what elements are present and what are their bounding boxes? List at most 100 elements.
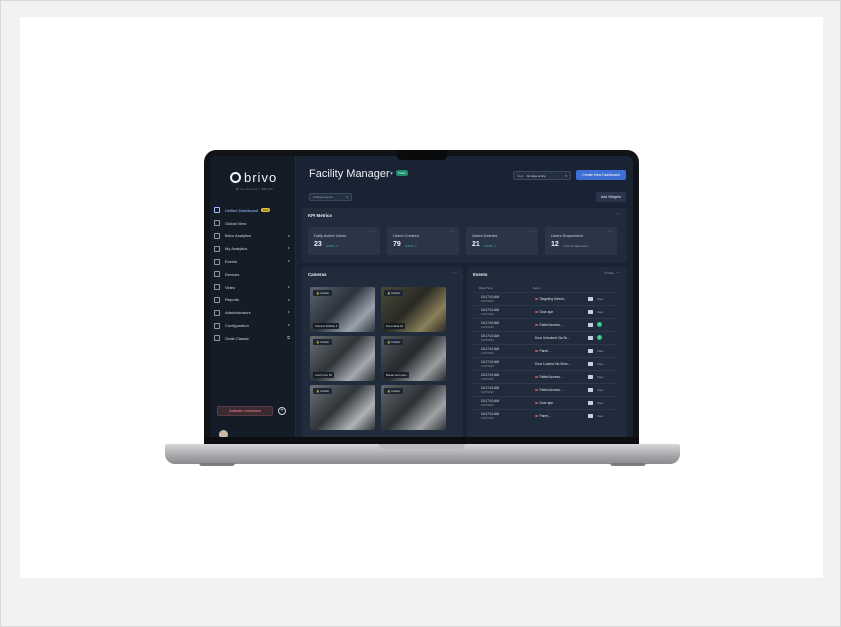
kpi-delta: 0.63% ↗ — [405, 244, 417, 248]
add-icon[interactable]: + — [278, 407, 286, 415]
change-layout-label: Change layout — [313, 195, 333, 199]
sidebar-item-label: Global View — [225, 220, 247, 226]
chevron-right-icon: ▸ — [287, 245, 290, 251]
activate-lockdown-button[interactable]: Activate Lockdown — [217, 406, 273, 416]
camera-icon[interactable] — [588, 297, 593, 301]
kpi-card[interactable]: Users Suspended 12 1.0% of total users ··· — [545, 227, 617, 255]
brivo-logo[interactable]: brivo — [230, 170, 277, 185]
sidebar-item-onair-classic[interactable]: Onair Classic ⧉ — [210, 332, 296, 345]
more-icon[interactable]: ··· — [529, 229, 533, 234]
view-link[interactable]: View — [597, 414, 603, 418]
more-icon[interactable]: ··· — [452, 270, 457, 276]
kpi-card[interactable]: Daily Active Users 23 0.63% ↗ ··· — [308, 227, 380, 255]
avatar[interactable] — [219, 430, 228, 437]
sidebar-item-events[interactable]: Events ▸ — [210, 255, 296, 268]
more-icon[interactable]: ··· — [616, 270, 621, 276]
sidebar-item-label: Onair Classic — [225, 335, 249, 341]
table-row[interactable]: 10:17:10 AM 11/07/2022 Targeting Detect...… — [473, 292, 617, 305]
camera-icon[interactable] — [588, 310, 593, 314]
kpi-label: Users Created — [393, 233, 419, 238]
event-date: 11/07/2022 — [481, 417, 494, 420]
table-row[interactable]: 10:17:10 AM 11/07/2022 Failed Access... Vie… — [473, 383, 617, 396]
table-row[interactable]: 10:17:10 AM 11/07/2022 Panel... View — [473, 344, 617, 357]
event-time: 10:17:10 AM — [481, 373, 499, 377]
logo-subtitle: Brivo Access | BRIVO — [236, 187, 273, 191]
camera-tile[interactable]: 🔒 Unlock — [310, 385, 375, 430]
alert-dot-icon — [535, 414, 538, 418]
camera-tile[interactable]: 🔒 Unlock Break room cam — [381, 336, 446, 381]
unlock-button[interactable]: 🔒 Unlock — [384, 388, 403, 394]
sidebar-item-global-view[interactable]: Global View — [210, 217, 296, 230]
camera-name: Break room cam — [384, 372, 409, 378]
alert-dot-icon — [535, 310, 538, 314]
events-title: Events — [473, 272, 488, 277]
create-dashboard-button[interactable]: Create New Dashboard — [576, 170, 626, 180]
check-icon[interactable]: ✓ — [597, 322, 602, 327]
table-row[interactable]: 10:17:10 AM 11/07/2022 Door ajar View — [473, 305, 617, 318]
sidebar-item-my-analytics[interactable]: My Analytics ▸ — [210, 242, 296, 255]
laptop-base — [165, 444, 680, 464]
more-icon[interactable]: ··· — [450, 229, 454, 234]
table-row[interactable]: 10:17:10 AM 11/07/2022 Door Locked Via Sch… — [473, 357, 617, 370]
sidebar-item-devices[interactable]: Devices — [210, 268, 296, 281]
kpi-panel: KPI Metrics ··· Daily Active Users 23 0.63… — [302, 208, 627, 263]
camera-icon[interactable] — [588, 375, 593, 379]
unlock-button[interactable]: 🔒 Unlock — [384, 290, 403, 296]
camera-tile[interactable]: 🔒 Unlock Front desk 01 — [381, 287, 446, 332]
more-icon[interactable]: ··· — [371, 229, 375, 234]
view-link[interactable]: View — [597, 388, 603, 392]
table-row[interactable]: 10:17:10 AM 11/07/2022 Panel... View — [473, 409, 617, 422]
camera-icon[interactable] — [588, 323, 593, 327]
more-icon[interactable]: ··· — [616, 211, 621, 217]
check-icon[interactable]: ✓ — [597, 335, 602, 340]
classic-icon — [214, 335, 220, 342]
unlock-button[interactable]: 🔒 Unlock — [313, 290, 332, 296]
unlock-button[interactable]: 🔒 Unlock — [313, 339, 332, 345]
col-date-header: Date/Time — [479, 286, 493, 290]
camera-tile[interactable]: 🔒 Unlock — [381, 385, 446, 430]
table-row[interactable]: 10:17:10 AM 11/07/2022 Door ajar View — [473, 396, 617, 409]
camera-tile[interactable]: 🔒 Unlock Conf room 02 — [310, 336, 375, 381]
camera-icon[interactable] — [588, 336, 593, 340]
more-icon[interactable]: ··· — [608, 229, 612, 234]
kpi-card[interactable]: Users Deleted 21 0.63% ↗ ··· — [466, 227, 538, 255]
camera-icon[interactable] — [588, 349, 593, 353]
camera-icon[interactable] — [588, 401, 593, 405]
view-link[interactable]: View — [597, 375, 603, 379]
view-link[interactable]: View — [597, 297, 603, 301]
view-link[interactable]: View — [597, 349, 603, 353]
sidebar-item-administrators[interactable]: Administrators ▸ — [210, 306, 296, 319]
camera-tile[interactable]: 🔒 Unlock Camera Kitchen 1 — [310, 287, 375, 332]
unlock-button[interactable]: 🔒 Unlock — [313, 388, 332, 394]
chevron-down-icon[interactable]: ▼ — [389, 171, 394, 177]
sidebar-item-reports[interactable]: Reports ▸ — [210, 294, 296, 307]
table-row[interactable]: 10:17:10 AM 11/07/2022 Failed Access... Vie… — [473, 370, 617, 383]
table-row[interactable]: 10:17:10 AM 11/07/2022 Door Unlocked Via S… — [473, 331, 617, 344]
event-description-text: Door Locked Via Sche... — [535, 362, 571, 366]
kpi-card[interactable]: Users Created 79 0.63% ↗ ··· — [387, 227, 459, 255]
add-widgets-button[interactable]: Add Widgets — [596, 192, 626, 202]
site-select[interactable]: Sites All sites active ▾ — [513, 171, 571, 180]
event-description: Door Locked Via Sche... — [535, 362, 571, 366]
event-description: Failed Access... — [535, 375, 563, 379]
unlock-button[interactable]: 🔒 Unlock — [384, 339, 403, 345]
camera-name: Front desk 01 — [384, 323, 406, 329]
view-link[interactable]: View — [597, 362, 603, 366]
event-description: Failed Access... — [535, 388, 563, 392]
chevron-right-icon: ▸ — [287, 309, 290, 315]
change-layout-select[interactable]: Change layout ▾ — [309, 193, 352, 201]
camera-icon[interactable] — [588, 414, 593, 418]
sidebar-item-video[interactable]: Video ▸ — [210, 281, 296, 294]
view-link[interactable]: View — [597, 401, 603, 405]
table-row[interactable]: 10:17:10 AM 11/07/2022 Failed Access... ✓ — [473, 318, 617, 331]
sidebar-item-brivo-analytics[interactable]: Brivo Analytics ▸ — [210, 230, 296, 243]
camera-icon[interactable] — [588, 362, 593, 366]
sidebar-item-configuration[interactable]: Configuration ▸ — [210, 319, 296, 332]
laptop-lid: brivo Brivo Access | BRIVO Unified Dashb… — [204, 150, 639, 447]
sidebar-item-unified-dashboard[interactable]: Unified Dashboard Beta — [210, 204, 296, 217]
event-description: Door ajar — [535, 310, 553, 314]
camera-icon[interactable] — [588, 388, 593, 392]
filter-button[interactable]: ⚲ Filter — [604, 271, 614, 275]
view-link[interactable]: View — [597, 310, 603, 314]
event-time: 10:17:10 AM — [481, 334, 499, 338]
